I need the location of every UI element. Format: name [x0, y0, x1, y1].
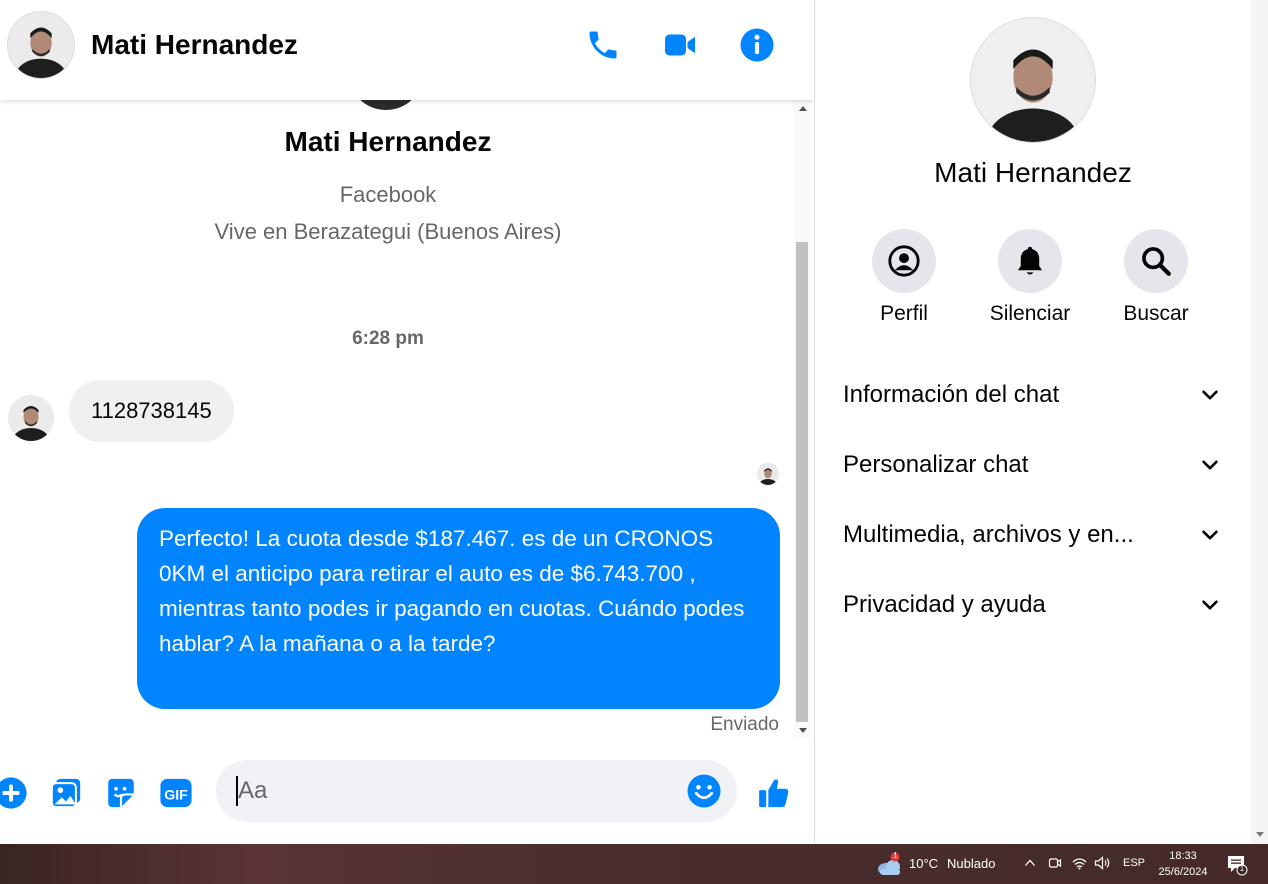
- chat-header: Mati Hernandez: [0, 0, 814, 100]
- mute-action-button[interactable]: Silenciar: [980, 229, 1080, 326]
- network-button[interactable]: [1072, 856, 1087, 870]
- sticker-icon: [108, 778, 134, 808]
- clock[interactable]: 18:33 25/6/2024: [1148, 848, 1218, 880]
- input-language[interactable]: ESP: [1123, 857, 1145, 869]
- section-media-files-title: Multimedia, archivos y en...: [843, 521, 1134, 548]
- scroll-down-arrow-icon[interactable]: [799, 728, 807, 733]
- section-customize-chat-title: Personalizar chat: [843, 451, 1029, 478]
- message-timestamp: 6:28 pm: [352, 328, 424, 349]
- sender-avatar[interactable]: [8, 395, 54, 441]
- user-profile-icon: [888, 245, 920, 277]
- mute-action-label: Silenciar: [989, 302, 1071, 325]
- voice-call-button[interactable]: [583, 25, 623, 65]
- search-action-label: Buscar: [1123, 302, 1189, 325]
- chevron-down-icon: [1202, 390, 1218, 400]
- meet-now-button[interactable]: [1048, 856, 1062, 870]
- scroll-up-arrow-icon[interactable]: [799, 106, 807, 111]
- show-hidden-icons-button[interactable]: [1024, 857, 1036, 869]
- search-action-circle: [1124, 229, 1188, 293]
- contact-name[interactable]: Mati Hernandez: [91, 29, 298, 61]
- section-chat-info[interactable]: Información del chat: [843, 373, 1221, 417]
- chevron-down-icon: [1202, 460, 1218, 470]
- wifi-icon: [1072, 858, 1087, 870]
- chevron-down-icon: [1202, 530, 1218, 540]
- message-bubble-outgoing[interactable]: Perfecto! La cuota desde $187.467. es de…: [137, 508, 780, 709]
- gif-icon: GIF: [160, 778, 192, 808]
- search-icon: [1142, 247, 1171, 276]
- scroll-down-arrow-icon[interactable]: [1256, 832, 1264, 837]
- sticker-button[interactable]: [102, 774, 140, 812]
- profile-avatar: [348, 100, 424, 110]
- section-customize-chat[interactable]: Personalizar chat: [843, 443, 1221, 487]
- image-gallery-icon: [50, 778, 81, 809]
- message-list-scrollbar[interactable]: [794, 100, 811, 738]
- chevron-down-icon: [1202, 600, 1218, 610]
- section-privacy-help[interactable]: Privacidad y ayuda: [843, 583, 1221, 627]
- scrollbar-thumb[interactable]: [796, 242, 808, 722]
- notification-count: 1: [1239, 864, 1245, 873]
- profile-action-circle: [872, 229, 936, 293]
- send-like-button[interactable]: [755, 774, 793, 812]
- message-input[interactable]: [236, 760, 676, 822]
- info-icon: [740, 28, 774, 62]
- profile-location: Vive en Berazategui (Buenos Aires): [214, 219, 562, 244]
- chat-panel: Mati Hernandez Mati Hernandez Facebook V…: [0, 0, 814, 844]
- speaker-icon: [1094, 856, 1110, 870]
- profile-action-label: Perfil: [880, 302, 928, 325]
- conversation-details-panel: Mati Hernandez Perfil Silenciar Buscar I…: [815, 0, 1251, 844]
- weather-widget[interactable]: 1: [874, 851, 904, 878]
- details-avatar[interactable]: [970, 17, 1096, 143]
- weather-badge: 1: [893, 851, 898, 860]
- emoji-icon[interactable]: [686, 773, 722, 809]
- message-bubble-incoming[interactable]: 1128738145: [69, 380, 234, 442]
- clock-time: 18:33: [1169, 850, 1197, 862]
- clock-date: 25/6/2024: [1158, 866, 1208, 878]
- more-actions-button[interactable]: [0, 774, 30, 812]
- conversation-info-button[interactable]: [737, 25, 777, 65]
- cloud-icon: [878, 852, 900, 875]
- profile-source: Facebook: [339, 182, 437, 207]
- message-input-container[interactable]: [216, 760, 737, 822]
- video-camera-icon: [665, 34, 695, 56]
- weather-condition: Nublado: [947, 856, 996, 871]
- chevron-up-icon: [1025, 859, 1035, 866]
- bell-icon: [1017, 246, 1043, 275]
- profile-action-button[interactable]: Perfil: [854, 229, 954, 326]
- video-call-button[interactable]: [660, 25, 700, 65]
- message-status: Enviado: [710, 714, 779, 735]
- message-list[interactable]: Mati Hernandez Facebook Vive en Berazate…: [0, 100, 794, 746]
- thumbs-up-icon: [759, 779, 789, 808]
- page-scrollbar[interactable]: [1251, 0, 1268, 844]
- weather-temp: 10°C: [909, 856, 939, 871]
- text-cursor: [236, 776, 238, 806]
- notification-center-button[interactable]: 1: [1226, 854, 1248, 876]
- composer: GIF: [0, 746, 814, 844]
- camera-icon: [1048, 858, 1062, 868]
- section-media-files[interactable]: Multimedia, archivos y en...: [843, 513, 1221, 557]
- svg-text:GIF: GIF: [164, 787, 188, 803]
- mute-action-circle: [998, 229, 1062, 293]
- volume-button[interactable]: [1094, 856, 1110, 870]
- contact-avatar[interactable]: [7, 11, 75, 79]
- profile-name: Mati Hernandez: [284, 126, 492, 157]
- details-name: Mati Hernandez: [934, 157, 1132, 188]
- read-receipt-avatar: [757, 463, 779, 485]
- gif-button[interactable]: GIF: [157, 774, 195, 812]
- search-action-button[interactable]: Buscar: [1106, 229, 1206, 326]
- taskbar: 1 10°C Nublado ESP 18:33 25/6/2024 1: [0, 844, 1268, 884]
- plus-circle-icon: [0, 777, 27, 809]
- section-chat-info-title: Información del chat: [843, 381, 1060, 408]
- section-privacy-help-title: Privacidad y ayuda: [843, 591, 1046, 618]
- attach-photo-button[interactable]: [47, 774, 85, 812]
- phone-icon: [589, 31, 617, 59]
